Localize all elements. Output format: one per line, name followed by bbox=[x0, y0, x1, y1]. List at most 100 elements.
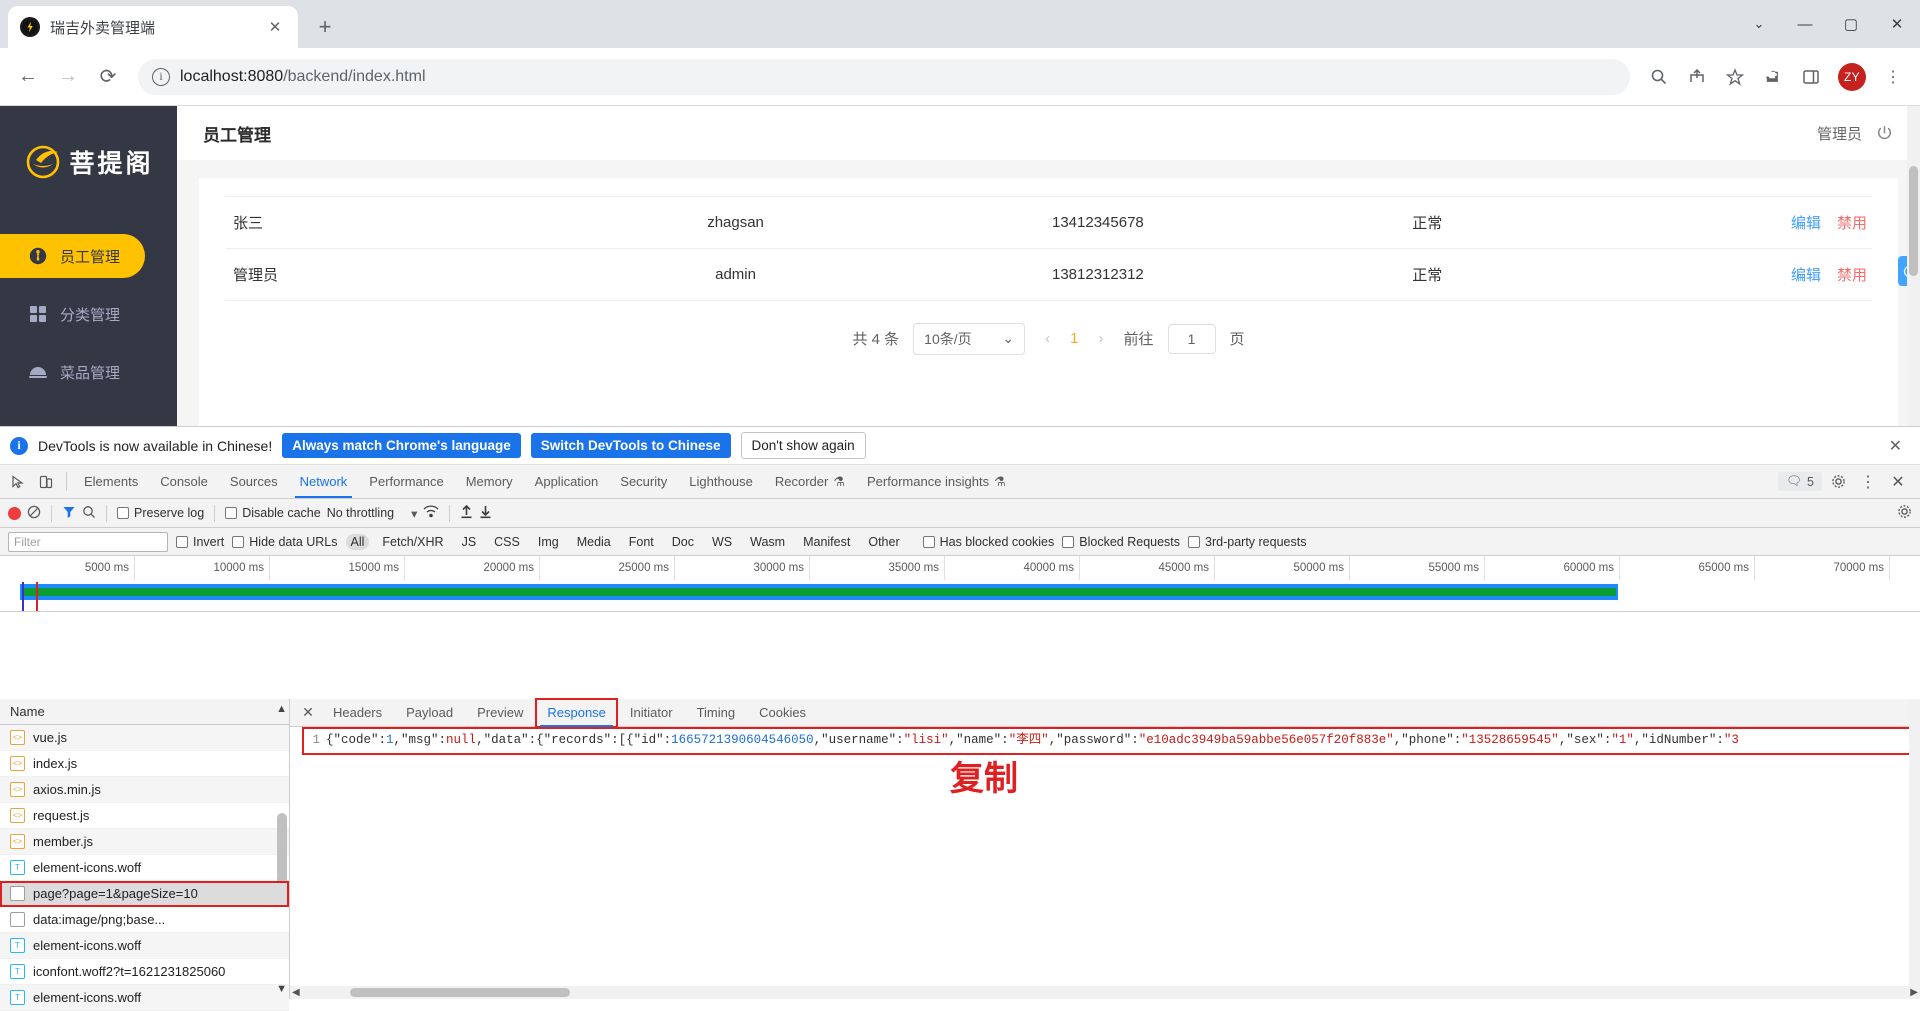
close-icon[interactable]: ✕ bbox=[1884, 472, 1912, 492]
close-detail-icon[interactable]: ✕ bbox=[296, 704, 320, 721]
sidebar-item-employee[interactable]: 员工管理 bbox=[0, 234, 145, 278]
new-tab-button[interactable]: + bbox=[308, 10, 342, 44]
throttling-select[interactable]: No throttling ▾ bbox=[327, 506, 418, 521]
maximize-button[interactable]: ▢ bbox=[1828, 0, 1874, 48]
tab-performance[interactable]: Performance bbox=[358, 465, 454, 498]
invert-checkbox[interactable]: Invert bbox=[176, 535, 224, 549]
bookmark-star-icon[interactable] bbox=[1718, 60, 1752, 94]
hide-data-urls-checkbox[interactable]: Hide data URLs bbox=[232, 535, 338, 549]
kebab-icon[interactable]: ⋮ bbox=[1854, 472, 1882, 492]
filter-type-all[interactable]: All bbox=[345, 533, 370, 550]
page-scrollbar-thumb[interactable] bbox=[1909, 166, 1918, 276]
detail-tab-headers[interactable]: Headers bbox=[322, 699, 393, 727]
gear-icon[interactable] bbox=[1824, 474, 1852, 489]
filter-type-ws[interactable]: WS bbox=[707, 534, 737, 550]
reload-icon[interactable]: ⟳ bbox=[90, 59, 126, 95]
disable-link[interactable]: 禁用 bbox=[1837, 264, 1867, 285]
filter-type-doc[interactable]: Doc bbox=[667, 534, 699, 550]
filter-type-wasm[interactable]: Wasm bbox=[745, 534, 790, 550]
record-icon[interactable] bbox=[8, 506, 21, 520]
kebab-menu-icon[interactable]: ⋮ bbox=[1876, 60, 1910, 94]
always-match-language-button[interactable]: Always match Chrome's language bbox=[282, 433, 521, 458]
list-item[interactable]: T element-icons.woff bbox=[0, 933, 289, 959]
network-settings-icon[interactable] bbox=[1897, 504, 1912, 522]
scroll-up-icon[interactable]: ▲ bbox=[276, 703, 287, 715]
page-number-1[interactable]: 1 bbox=[1070, 330, 1078, 347]
detail-vertical-scrollbar[interactable] bbox=[1909, 699, 1920, 986]
filter-type-font[interactable]: Font bbox=[624, 534, 659, 550]
clear-icon[interactable] bbox=[27, 505, 41, 522]
detail-tab-payload[interactable]: Payload bbox=[395, 699, 464, 727]
preserve-log-checkbox[interactable]: Preserve log bbox=[117, 506, 204, 520]
jump-page-input[interactable]: 1 bbox=[1167, 323, 1216, 354]
search-icon[interactable] bbox=[82, 505, 96, 522]
filter-type-other[interactable]: Other bbox=[863, 534, 904, 550]
extensions-icon[interactable] bbox=[1756, 60, 1790, 94]
filter-type-fetchxhr[interactable]: Fetch/XHR bbox=[377, 534, 448, 550]
chevron-down-icon[interactable]: ⌄ bbox=[1736, 0, 1782, 48]
tab-elements[interactable]: Elements bbox=[73, 465, 149, 498]
edit-link[interactable]: 编辑 bbox=[1791, 212, 1821, 233]
network-conditions-icon[interactable] bbox=[423, 504, 439, 522]
tab-performance-insights[interactable]: Performance insights ⚗ bbox=[856, 465, 1017, 498]
tab-lighthouse[interactable]: Lighthouse bbox=[678, 465, 764, 498]
sidepanel-icon[interactable] bbox=[1794, 60, 1828, 94]
list-item[interactable]: T element-icons.woff bbox=[0, 855, 289, 881]
power-icon[interactable] bbox=[1874, 123, 1894, 143]
table-row[interactable]: 张三 zhagsan 13412345678 正常 编辑 禁用 bbox=[225, 196, 1872, 249]
filter-type-manifest[interactable]: Manifest bbox=[798, 534, 855, 550]
detail-horizontal-scrollbar[interactable]: ◀ ▶ bbox=[290, 986, 1920, 999]
sidebar-item-dish[interactable]: 菜品管理 bbox=[0, 350, 145, 394]
site-info-icon[interactable]: i bbox=[152, 67, 170, 86]
device-toolbar-icon[interactable] bbox=[32, 465, 60, 498]
share-icon[interactable] bbox=[1680, 60, 1714, 94]
blocked-requests-checkbox[interactable]: Blocked Requests bbox=[1062, 535, 1180, 549]
browser-tab[interactable]: 瑞吉外卖管理端 ✕ bbox=[8, 6, 298, 48]
tab-close-icon[interactable]: ✕ bbox=[264, 16, 286, 38]
disable-cache-checkbox[interactable]: Disable cache bbox=[225, 506, 321, 520]
tab-security[interactable]: Security bbox=[609, 465, 678, 498]
third-party-requests-checkbox[interactable]: 3rd-party requests bbox=[1188, 535, 1306, 549]
export-har-icon[interactable] bbox=[479, 505, 492, 522]
next-page-button[interactable]: › bbox=[1093, 330, 1110, 347]
zoom-icon[interactable] bbox=[1642, 60, 1676, 94]
detail-tab-preview[interactable]: Preview bbox=[466, 699, 534, 727]
edit-link[interactable]: 编辑 bbox=[1791, 264, 1821, 285]
forward-icon[interactable]: → bbox=[50, 59, 86, 95]
detail-tab-cookies[interactable]: Cookies bbox=[748, 699, 817, 727]
network-timeline-overview[interactable]: 5000 ms 10000 ms 15000 ms 20000 ms 25000… bbox=[0, 556, 1920, 612]
list-item[interactable]: T element-icons.woff bbox=[0, 985, 289, 1011]
tab-network[interactable]: Network bbox=[289, 465, 359, 498]
filter-icon[interactable] bbox=[62, 505, 76, 522]
page-size-select[interactable]: 10条/页 ⌄ bbox=[913, 322, 1026, 355]
switch-devtools-chinese-button[interactable]: Switch DevTools to Chinese bbox=[530, 433, 731, 458]
back-icon[interactable]: ← bbox=[10, 59, 46, 95]
tab-application[interactable]: Application bbox=[524, 465, 610, 498]
detail-tab-timing[interactable]: Timing bbox=[686, 699, 747, 727]
detail-tab-response[interactable]: Response bbox=[535, 697, 618, 728]
list-item-selected[interactable]: page?page=1&pageSize=10 bbox=[0, 881, 289, 907]
tab-sources[interactable]: Sources bbox=[219, 465, 289, 498]
filter-type-js[interactable]: JS bbox=[457, 534, 482, 550]
sidebar-item-category[interactable]: 分类管理 bbox=[0, 292, 145, 336]
has-blocked-cookies-checkbox[interactable]: Has blocked cookies bbox=[922, 535, 1054, 549]
list-item[interactable]: <> axios.min.js bbox=[0, 777, 289, 803]
response-body-line[interactable]: 1 {"code":1,"msg":null,"data":{"records"… bbox=[302, 727, 1918, 755]
list-item[interactable]: <> member.js bbox=[0, 829, 289, 855]
close-icon[interactable]: ✕ bbox=[1889, 436, 1910, 456]
filter-type-img[interactable]: Img bbox=[533, 534, 564, 550]
list-item[interactable]: data:image/png;base... bbox=[0, 907, 289, 933]
table-row[interactable]: 管理员 admin 13812312312 正常 编辑 禁用 bbox=[225, 248, 1872, 301]
filter-type-media[interactable]: Media bbox=[572, 534, 616, 550]
scroll-left-icon[interactable]: ◀ bbox=[292, 987, 300, 998]
prev-page-button[interactable]: ‹ bbox=[1039, 330, 1056, 347]
list-item[interactable]: <> index.js bbox=[0, 751, 289, 777]
horizontal-scrollbar-thumb[interactable] bbox=[350, 988, 570, 997]
list-item[interactable]: T iconfont.woff2?t=1621231825060 bbox=[0, 959, 289, 985]
message-count-badge[interactable]: 🗨 5 bbox=[1778, 472, 1822, 491]
dont-show-again-button[interactable]: Don't show again bbox=[740, 432, 866, 459]
import-har-icon[interactable] bbox=[460, 504, 473, 522]
scroll-down-icon[interactable]: ▼ bbox=[276, 983, 287, 995]
tab-console[interactable]: Console bbox=[149, 465, 219, 498]
filter-type-css[interactable]: CSS bbox=[489, 534, 525, 550]
